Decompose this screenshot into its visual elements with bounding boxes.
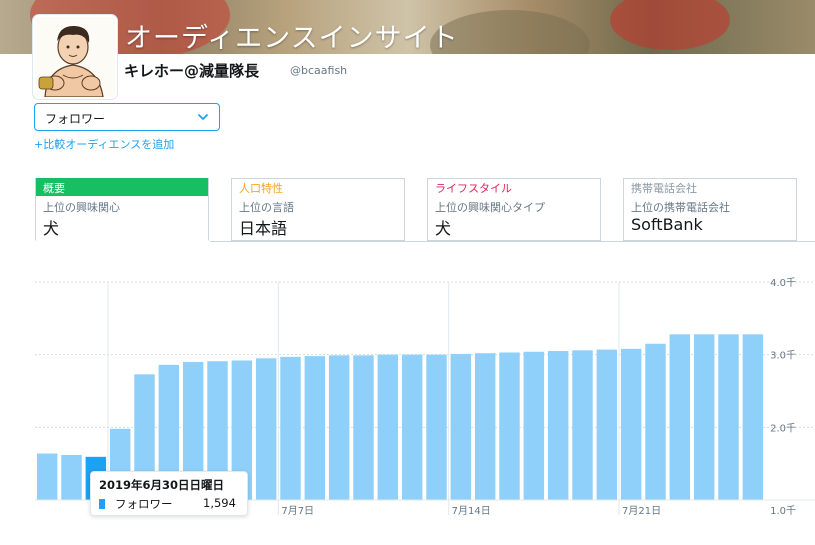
chart-bar [596,349,618,500]
tooltip-value: 1,594 [203,496,236,510]
tooltip-series-name: フォロワー [115,497,173,511]
chart-bar [401,354,423,500]
chart-bar [61,454,82,500]
chart-bar [693,334,715,500]
x-tick-label: 7月14日 [452,505,491,517]
y-tick-label: 1.0千 [770,505,796,517]
tooltip-date: 2019年6月30日日曜日 [99,478,225,492]
x-tick-label: 7月7日 [281,505,314,517]
chart-bar [426,354,447,500]
chart-bar [450,353,472,500]
y-tick-label: 4.0千 [770,277,796,289]
chart-bar [353,355,374,500]
chart-tooltip: 2019年6月30日日曜日 フォロワー 1,594 [90,471,248,516]
chart-bar [718,334,739,500]
chart-bar [36,453,58,500]
y-tick-label: 3.0千 [770,350,796,362]
chart-bar [547,351,569,500]
tooltip-series-swatch [99,499,105,509]
chart-bar [523,351,545,500]
x-tick-label: 7月21日 [622,505,661,517]
chart-bar [499,352,520,500]
follower-bar-chart: 4.0千 3.0千 2.0千 1.0千 7月7日 7月14日 7月21日 [35,277,815,517]
chart-bar [645,343,666,500]
chart-bar [255,358,277,500]
y-tick-label: 2.0千 [770,422,796,434]
chart-bar [474,353,496,500]
chart-bar [304,356,326,500]
chart-bar [572,350,593,500]
chart-bar [328,355,350,500]
chart-bar [280,356,301,500]
chart-bar [669,334,691,500]
chart-bar [620,348,642,500]
chart-bar [377,354,399,500]
chart-bar [742,334,764,500]
